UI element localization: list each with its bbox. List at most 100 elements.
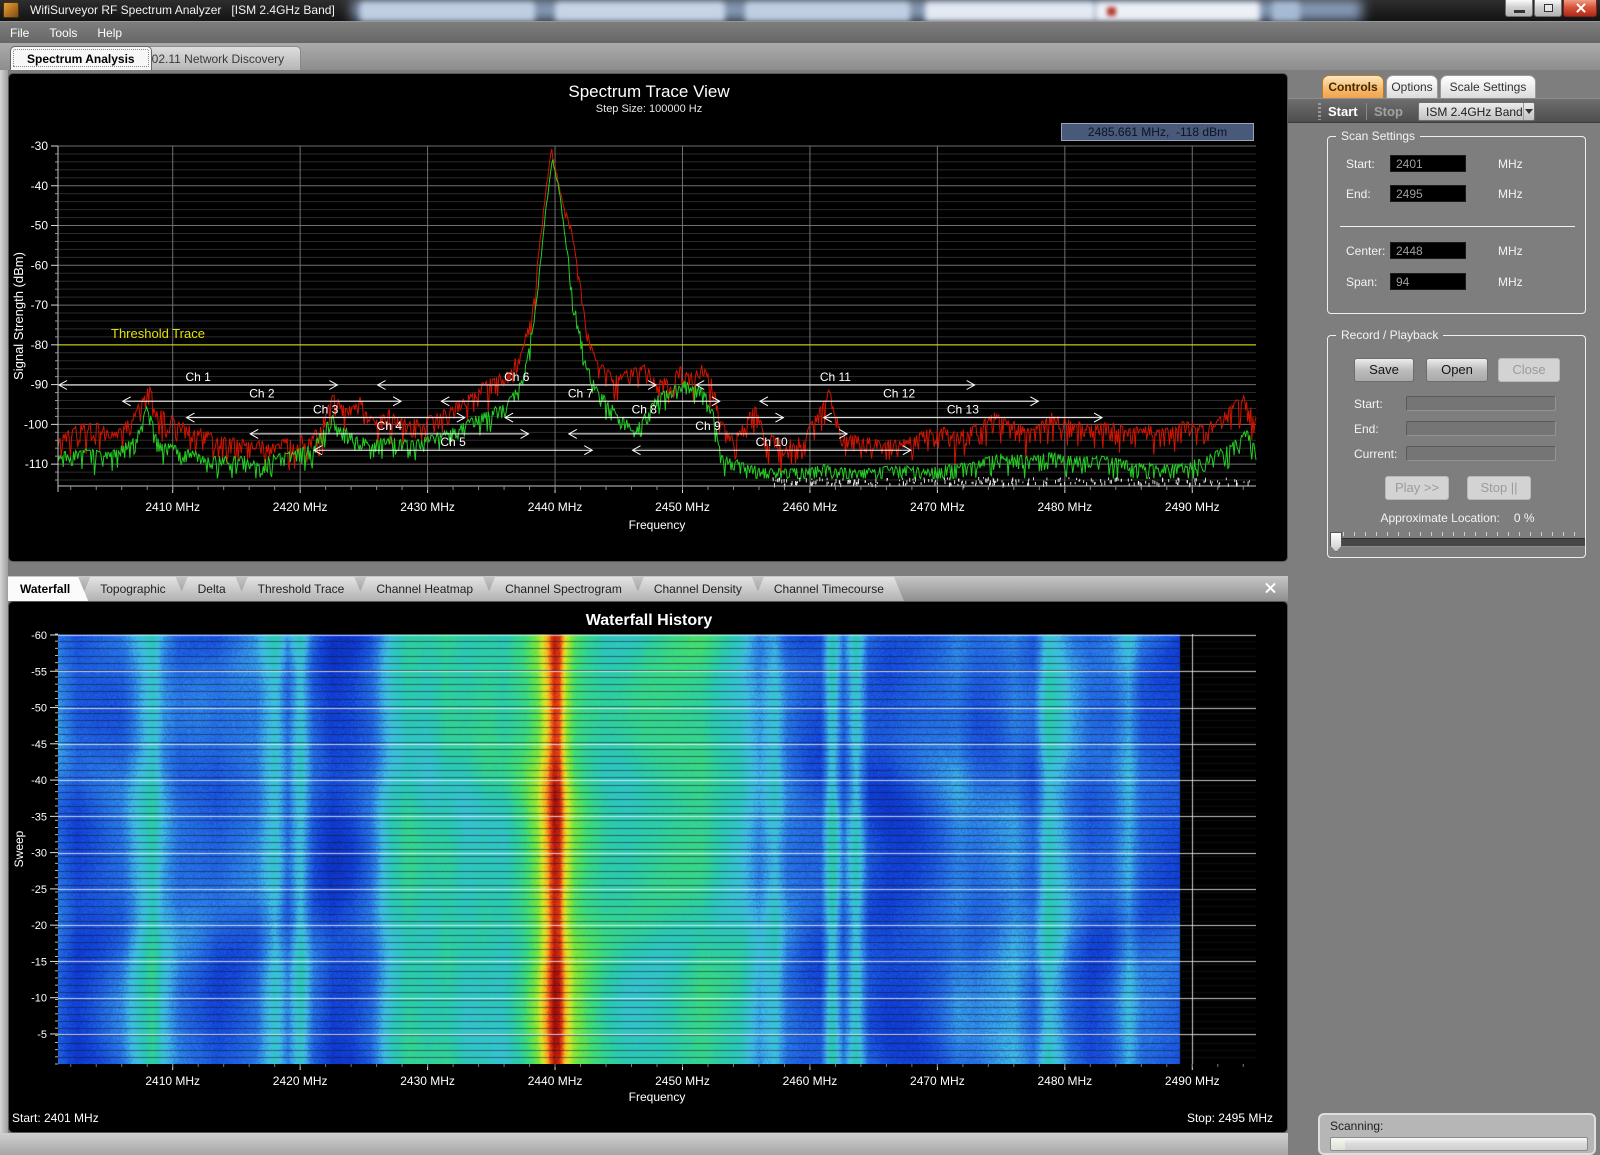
toolbar-grip (1318, 103, 1321, 120)
menu-bar: File Tools Help (0, 21, 1600, 43)
svg-text:2430 MHz: 2430 MHz (400, 1074, 455, 1088)
view-tab-channel-spectrogram[interactable]: Channel Spectrogram (485, 577, 642, 601)
view-tab-delta[interactable]: Delta (178, 577, 246, 601)
svg-text:-60: -60 (31, 258, 49, 272)
spectrum-xlabel: Frequency (629, 518, 686, 532)
scanning-label: Scanning: (1330, 1119, 1383, 1133)
dropdown-arrow-icon (1523, 103, 1534, 120)
channel-label: Ch 4 (377, 419, 403, 433)
app-icon (3, 2, 19, 18)
svg-text:2470 MHz: 2470 MHz (910, 1074, 965, 1088)
channel-label: Ch 11 (820, 370, 851, 384)
svg-text:2440 MHz: 2440 MHz (528, 1074, 583, 1088)
svg-text:-55: -55 (31, 666, 47, 678)
scan-center-label: Center: (1346, 244, 1390, 258)
scan-start-input[interactable] (1390, 155, 1466, 172)
channel-label: Ch 8 (632, 403, 658, 417)
svg-text:2470 MHz: 2470 MHz (910, 500, 965, 514)
tab-spectrum-analysis[interactable]: Spectrum Analysis (10, 46, 152, 70)
band-select[interactable]: ISM 2.4GHz Band (1418, 102, 1535, 121)
menu-help[interactable]: Help (87, 22, 132, 43)
start-scan-button[interactable]: Start (1328, 102, 1358, 121)
spectrum-plot[interactable]: Threshold TraceCh 1Ch 2Ch 3Ch 4Ch 5Ch 6C… (9, 74, 1289, 563)
band-select-value: ISM 2.4GHz Band (1419, 105, 1523, 119)
window-bottom-edge (0, 1133, 1288, 1155)
scanning-progress-fill (1331, 1138, 1345, 1150)
playback-slider-track[interactable] (1330, 538, 1585, 547)
svg-text:2440 MHz: 2440 MHz (528, 500, 583, 514)
sc an-span-unit: MHz (1498, 275, 1523, 289)
scan-settings-legend: Scan Settings (1336, 129, 1420, 143)
browser-tab-ghost (1272, 2, 1300, 21)
close-button[interactable] (1563, 0, 1597, 17)
stop-scan-button[interactable]: Stop (1374, 102, 1403, 121)
approximate-location: Approximate Location: 0 % (1328, 511, 1587, 525)
view-tab-threshold-trace[interactable]: Threshold Trace (238, 577, 365, 601)
tab-network-discovery[interactable]: 802.11 Network Discovery (128, 46, 301, 70)
scan-span-row: Span: MHz (1346, 273, 1523, 290)
scan-center-row: Center: MHz (1346, 242, 1523, 259)
channel-label: Ch 2 (249, 386, 275, 400)
view-tab-channel-timecourse[interactable]: Channel Timecourse (754, 577, 904, 601)
playback-slider-thumb[interactable] (1330, 532, 1342, 552)
menu-tools[interactable]: Tools (39, 22, 87, 43)
stop-playback-button[interactable]: Stop || (1467, 476, 1531, 500)
scan-span-input[interactable] (1390, 273, 1466, 290)
play-button[interactable]: Play >> (1385, 476, 1449, 500)
svg-text:2460 MHz: 2460 MHz (783, 1074, 838, 1088)
spectrum-ylabel: Signal Strength (dBm) (11, 252, 26, 380)
open-button[interactable]: Open (1426, 358, 1488, 382)
record-start-field[interactable] (1406, 396, 1556, 411)
view-tab-channel-density[interactable]: Channel Density (634, 577, 762, 601)
svg-text:-70: -70 (31, 298, 49, 312)
scan-toolbar: Start Stop ISM 2.4GHz Band (1288, 98, 1600, 123)
window-controls (1504, 0, 1597, 17)
minimize-button[interactable] (1505, 0, 1533, 17)
record-current-field[interactable] (1406, 446, 1556, 461)
view-tab-topographic[interactable]: Topographic (80, 577, 185, 601)
close-view-icon[interactable] (1263, 581, 1278, 596)
approximate-location-label: Approximate Location: (1380, 511, 1499, 525)
browser-tab-favicon-ghost (1107, 7, 1116, 16)
channel-markers: Ch 1Ch 2Ch 3Ch 4Ch 5Ch 6Ch 7Ch 8Ch 9Ch 1… (59, 370, 1102, 455)
waterfall-ylabel: Sweep (12, 830, 26, 867)
waterfall-heatmap[interactable] (58, 634, 1256, 1064)
menu-file[interactable]: File (0, 22, 39, 43)
scan-settings-group: Scan Settings Start: MHz End: MHz Center… (1327, 136, 1586, 314)
sidebar-tab-scale-settings[interactable]: Scale Settings (1440, 75, 1536, 98)
window-title-band: [ISM 2.4GHz Band] (231, 3, 334, 17)
svg-text:2430 MHz: 2430 MHz (400, 500, 455, 514)
svg-text:2410 MHz: 2410 MHz (145, 500, 200, 514)
restore-icon (1544, 4, 1553, 12)
save-button[interactable]: Save (1354, 358, 1414, 382)
view-tab-strip: Waterfall Topographic Delta Threshold Tr… (8, 576, 1288, 601)
spectrum-grid (58, 146, 1256, 486)
scan-start-label: Start: (1346, 157, 1390, 171)
svg-text:-40: -40 (31, 179, 49, 193)
channel-label: Ch 12 (883, 386, 915, 400)
channel-label: Ch 13 (947, 403, 979, 417)
close-recording-button[interactable]: Close (1498, 358, 1560, 382)
sidebar-tab-controls[interactable]: Controls (1322, 75, 1384, 98)
svg-text:-110: -110 (25, 457, 48, 471)
waterfall-panel: Waterfall History -60-55-50-45-40-35-30-… (8, 601, 1288, 1133)
svg-text:2480 MHz: 2480 MHz (1037, 1074, 1092, 1088)
scan-end-input[interactable] (1390, 185, 1466, 202)
waterfall-xlabel: Frequency (629, 1090, 686, 1104)
toolbar-separator (1366, 103, 1367, 120)
record-end-field[interactable] (1406, 421, 1556, 436)
channel-label: Ch 5 (440, 435, 466, 449)
approximate-location-value: 0 % (1514, 511, 1535, 525)
spectrum-trace-panel: Spectrum Trace View Step Size: 100000 Hz… (8, 73, 1288, 562)
restore-button[interactable] (1534, 0, 1562, 17)
window-title: WifiSurveyor RF Spectrum Analyzer [ISM 2… (30, 3, 335, 17)
content-area: Spectrum Trace View Step Size: 100000 Hz… (0, 70, 1600, 1155)
scan-center-input[interactable] (1390, 242, 1466, 259)
svg-text:-90: -90 (31, 378, 49, 392)
threshold-label: Threshold Trace (111, 326, 205, 341)
view-tab-waterfall[interactable]: Waterfall (8, 577, 88, 601)
sidebar-tab-options[interactable]: Options (1386, 75, 1438, 98)
svg-text:-10: -10 (31, 993, 47, 1005)
channel-label: Ch 3 (313, 403, 339, 417)
view-tab-channel-heatmap[interactable]: Channel Heatmap (356, 577, 493, 601)
